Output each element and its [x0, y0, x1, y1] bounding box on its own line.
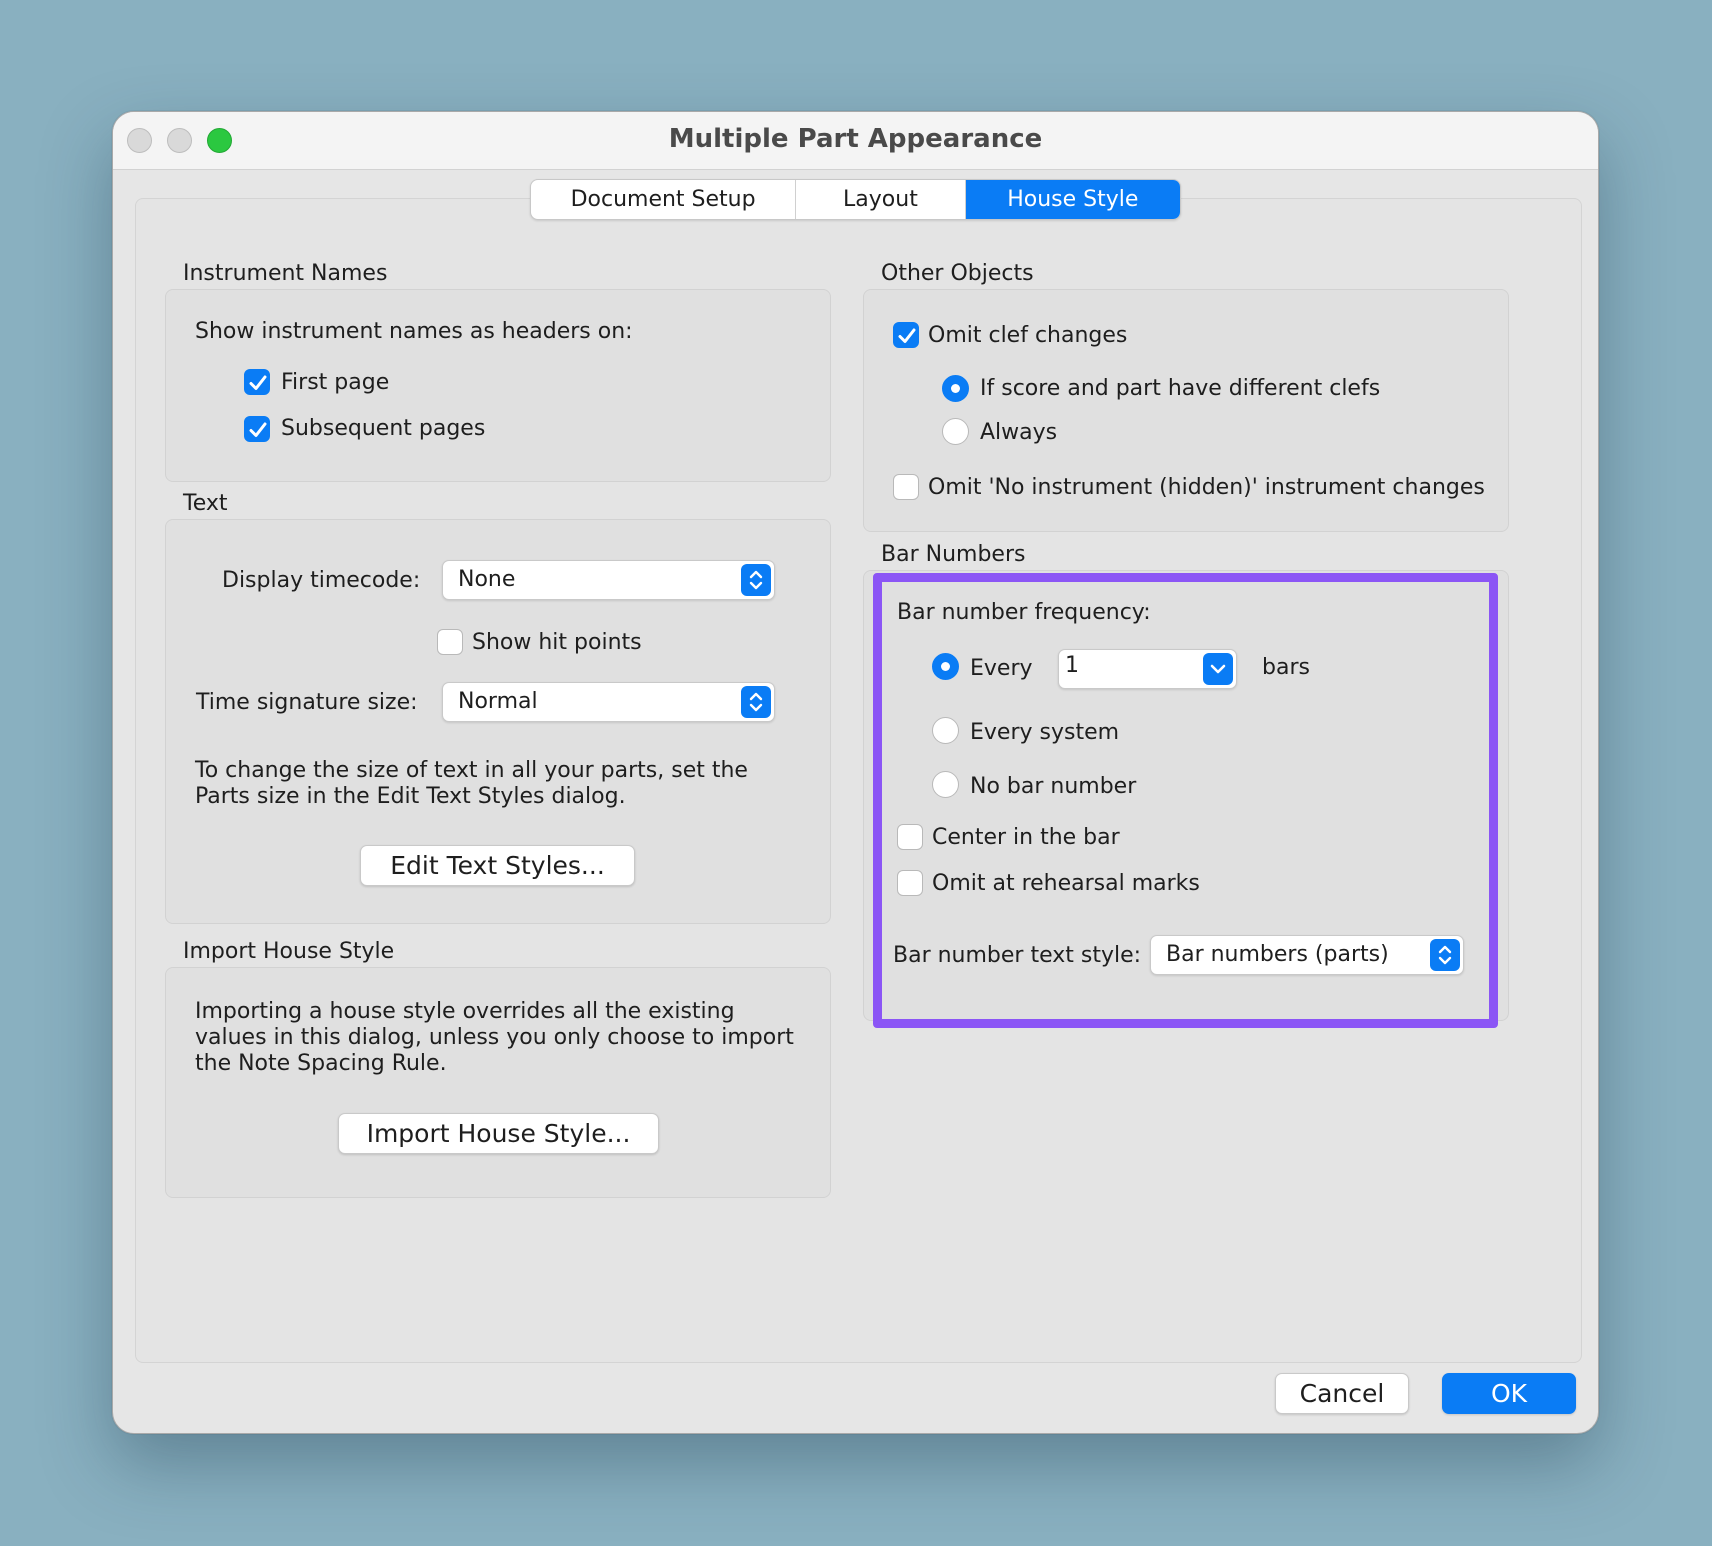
if-different-clefs-radio[interactable] — [942, 375, 969, 402]
display-timecode-value: None — [458, 567, 516, 592]
tab-document-setup[interactable]: Document Setup — [531, 180, 797, 219]
import-house-style-info: Importing a house style overrides all th… — [195, 999, 794, 1076]
omit-no-instrument-label: Omit 'No instrument (hidden)' instrument… — [928, 475, 1485, 500]
bar-number-text-style-label: Bar number text style: — [893, 943, 1142, 968]
every-system-label: Every system — [970, 720, 1120, 745]
title-bar: Multiple Part Appearance — [113, 112, 1598, 170]
chevron-down-icon[interactable] — [1203, 653, 1233, 685]
every-radio[interactable] — [932, 653, 959, 680]
subsequent-pages-checkbox[interactable] — [244, 416, 270, 442]
show-hit-points-label: Show hit points — [472, 630, 642, 655]
bar-numbers-heading: Bar Numbers — [881, 542, 1026, 567]
bar-frequency-value: 1 — [1065, 653, 1079, 678]
time-signature-size-popup[interactable]: Normal — [442, 682, 775, 722]
edit-text-styles-button[interactable]: Edit Text Styles... — [360, 845, 635, 886]
other-objects-heading: Other Objects — [881, 261, 1034, 286]
no-bar-number-radio[interactable] — [932, 771, 959, 798]
instrument-names-heading: Instrument Names — [183, 261, 388, 286]
text-size-info: To change the size of text in all your p… — [195, 758, 748, 809]
omit-no-instrument-checkbox[interactable] — [893, 474, 919, 500]
cancel-button[interactable]: Cancel — [1275, 1373, 1409, 1414]
subsequent-pages-label: Subsequent pages — [281, 416, 486, 441]
show-hit-points-checkbox[interactable] — [437, 629, 463, 655]
up-down-chevron-icon — [1430, 939, 1460, 971]
window-title: Multiple Part Appearance — [668, 124, 1043, 154]
every-label: Every — [970, 656, 1033, 681]
display-timecode-label: Display timecode: — [222, 568, 421, 593]
every-system-radio[interactable] — [932, 717, 959, 744]
tab-layout[interactable]: Layout — [796, 180, 966, 219]
up-down-chevron-icon — [741, 564, 771, 596]
omit-clef-changes-checkbox[interactable] — [893, 322, 919, 348]
bar-number-text-style-value: Bar numbers (parts) — [1166, 942, 1389, 967]
tab-house-style[interactable]: House Style — [965, 180, 1180, 219]
import-house-style-heading: Import House Style — [183, 939, 395, 964]
no-bar-number-label: No bar number — [970, 774, 1137, 799]
bars-suffix-label: bars — [1262, 655, 1310, 680]
up-down-chevron-icon — [741, 686, 771, 718]
center-in-bar-checkbox[interactable] — [897, 824, 923, 850]
first-page-label: First page — [281, 370, 390, 395]
omit-clef-changes-label: Omit clef changes — [928, 323, 1128, 348]
checkmark-icon — [249, 375, 267, 390]
center-in-bar-label: Center in the bar — [932, 825, 1120, 850]
first-page-checkbox[interactable] — [244, 369, 270, 395]
omit-at-rehearsal-checkbox[interactable] — [897, 870, 923, 896]
bar-number-text-style-popup[interactable]: Bar numbers (parts) — [1150, 935, 1464, 975]
omit-at-rehearsal-label: Omit at rehearsal marks — [932, 871, 1200, 896]
ok-button[interactable]: OK — [1442, 1373, 1576, 1414]
tab-bar: Document Setup Layout House Style — [530, 179, 1181, 220]
time-signature-size-value: Normal — [458, 689, 538, 714]
text-heading: Text — [183, 491, 228, 516]
instrument-names-prompt: Show instrument names as headers on: — [195, 319, 633, 344]
if-different-clefs-label: If score and part have different clefs — [980, 376, 1381, 401]
dialog-window: Multiple Part Appearance Document Setup … — [112, 111, 1599, 1434]
always-label: Always — [980, 420, 1058, 445]
checkmark-icon — [249, 422, 267, 437]
import-house-style-button[interactable]: Import House Style... — [338, 1113, 659, 1154]
always-radio[interactable] — [942, 418, 969, 445]
bar-frequency-combo[interactable]: 1 — [1058, 649, 1237, 689]
display-timecode-popup[interactable]: None — [442, 560, 775, 600]
time-signature-size-label: Time signature size: — [196, 690, 418, 715]
bar-number-frequency-label: Bar number frequency: — [897, 600, 1151, 625]
checkmark-icon — [898, 328, 916, 343]
